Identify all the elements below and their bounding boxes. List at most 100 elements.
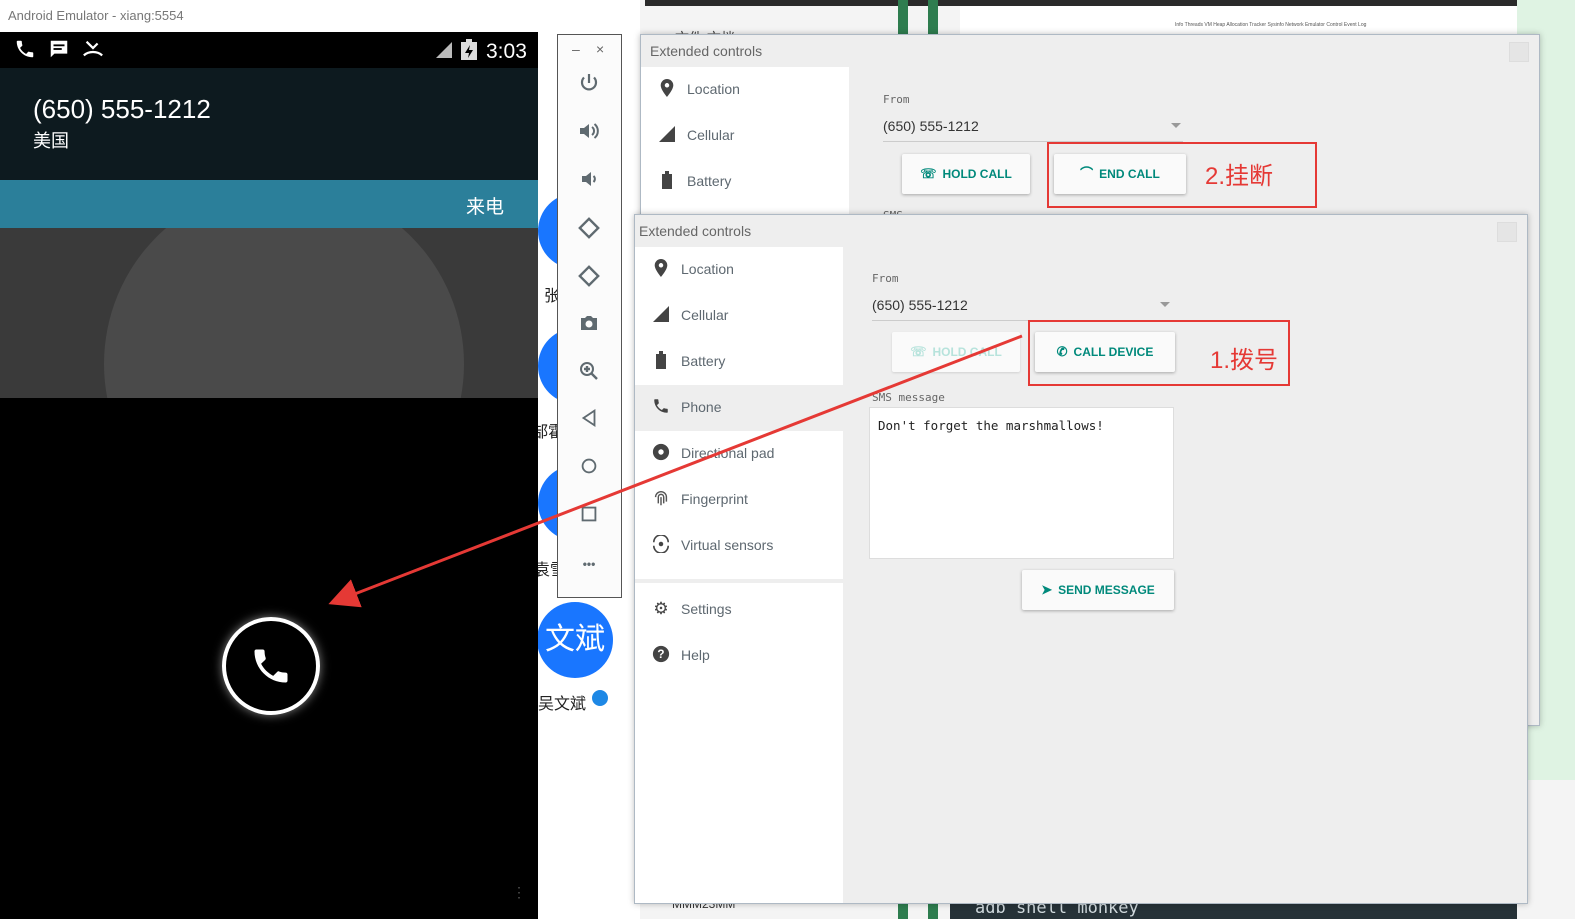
sidebar-item-fingerprint[interactable]: Fingerprint bbox=[635, 477, 843, 523]
send-message-button[interactable]: ➤ SEND MESSAGE bbox=[1022, 570, 1174, 610]
contact-name: 吴文斌 bbox=[538, 696, 587, 713]
sidebar-item-label: Battery bbox=[687, 173, 732, 189]
more-icon[interactable]: ••• bbox=[576, 551, 602, 577]
sidebar-item-label: Battery bbox=[681, 353, 726, 369]
send-icon: ➤ bbox=[1041, 582, 1053, 597]
window-title: Extended controls bbox=[650, 43, 763, 59]
annotation-label: 1.拨号 bbox=[1210, 347, 1279, 374]
svg-text:?: ? bbox=[657, 648, 664, 661]
sms-message-text: Don't forget the marshmallows! bbox=[878, 418, 1104, 433]
from-value[interactable]: (650) 555-1212 bbox=[883, 118, 979, 134]
caller-location: 美国 bbox=[33, 131, 69, 151]
caller-number: (650) 555-1212 bbox=[33, 94, 211, 124]
hold-call-label: HOLD CALL bbox=[932, 345, 1002, 359]
emulator-titlebar: Android Emulator - xiang:5554 bbox=[0, 0, 538, 33]
emulator-toolbar: – × ••• bbox=[557, 34, 622, 598]
hold-call-button[interactable]: ☏ HOLD CALL bbox=[902, 154, 1030, 194]
send-message-label: SEND MESSAGE bbox=[1058, 583, 1155, 597]
caller-photo-placeholder bbox=[104, 228, 464, 398]
from-label: From bbox=[872, 272, 899, 285]
sidebar-item-label: Phone bbox=[681, 399, 722, 415]
phone-pause-icon: ☏ bbox=[920, 166, 937, 181]
camera-icon[interactable] bbox=[576, 311, 602, 337]
sidebar-nav: Location Cellular Battery Phone Directio… bbox=[635, 247, 843, 903]
sidebar-item-label: Cellular bbox=[681, 307, 729, 323]
hold-call-button[interactable]: ☏ HOLD CALL bbox=[892, 332, 1020, 372]
close-button[interactable] bbox=[1497, 222, 1517, 242]
message-icon bbox=[48, 38, 70, 66]
sidebar-item-label: Virtual sensors bbox=[681, 537, 774, 553]
sidebar-divider bbox=[635, 579, 843, 583]
from-label: From bbox=[883, 93, 910, 106]
sidebar-item-battery[interactable]: Battery bbox=[635, 339, 843, 385]
from-value[interactable]: (650) 555-1212 bbox=[872, 297, 968, 313]
window-title: Extended controls bbox=[639, 223, 752, 239]
sms-message-input[interactable]: Don't forget the marshmallows! bbox=[869, 407, 1174, 559]
close-button[interactable] bbox=[1509, 42, 1529, 62]
volume-up-icon[interactable] bbox=[576, 119, 602, 145]
missed-call-icon bbox=[82, 38, 104, 66]
background-thumbnail-text: Info Threads VM Heap Allocation Tracker … bbox=[1175, 22, 1367, 28]
sidebar-item-help[interactable]: ? Help bbox=[635, 633, 843, 679]
sidebar-item-label: Location bbox=[687, 81, 740, 97]
emulator-window: Android Emulator - xiang:5554 3:03 (650)… bbox=[0, 0, 538, 919]
hold-call-label: HOLD CALL bbox=[942, 167, 1012, 181]
phone-pause-icon: ☏ bbox=[910, 344, 927, 359]
status-time: 3:03 bbox=[486, 40, 527, 63]
sidebar-item-directional-pad[interactable]: Directional pad bbox=[635, 431, 843, 477]
back-icon[interactable] bbox=[576, 407, 602, 433]
location-pin-icon bbox=[657, 79, 677, 99]
zoom-icon[interactable] bbox=[576, 359, 602, 385]
gear-icon: ⚙ bbox=[653, 599, 669, 618]
phone-icon bbox=[651, 397, 671, 417]
location-pin-icon bbox=[651, 259, 671, 279]
answer-call-button[interactable] bbox=[222, 617, 320, 715]
sidebar-item-location[interactable]: Location bbox=[635, 247, 843, 293]
sidebar-item-settings[interactable]: ⚙ Settings bbox=[635, 587, 843, 633]
battery-status-icon bbox=[460, 39, 478, 67]
dpad-icon bbox=[651, 443, 671, 463]
fingerprint-icon bbox=[651, 489, 671, 509]
sidebar-item-location[interactable]: Location bbox=[641, 67, 849, 113]
home-icon[interactable] bbox=[576, 455, 602, 481]
cellular-signal-icon bbox=[657, 125, 677, 145]
rotate-right-icon[interactable] bbox=[576, 263, 602, 289]
sms-label: SMS message bbox=[872, 391, 945, 404]
cellular-signal-icon bbox=[651, 305, 671, 325]
caller-info: (650) 555-1212 美国 bbox=[0, 68, 538, 180]
chevron-down-icon[interactable] bbox=[1160, 302, 1170, 307]
annotation-label: 2.挂断 bbox=[1205, 163, 1274, 190]
sidebar-item-cellular[interactable]: Cellular bbox=[635, 293, 843, 339]
minimize-button[interactable]: – bbox=[572, 41, 580, 57]
emulator-title: Android Emulator - xiang:5554 bbox=[8, 8, 184, 23]
sidebar-item-virtual-sensors[interactable]: Virtual sensors bbox=[635, 523, 843, 569]
signal-icon bbox=[434, 40, 454, 66]
verified-badge-icon bbox=[590, 688, 610, 708]
phone-icon bbox=[254, 649, 288, 683]
caller-photo-area bbox=[0, 228, 538, 398]
chevron-down-icon[interactable] bbox=[1171, 123, 1181, 128]
annotation-box bbox=[1047, 142, 1317, 208]
sidebar-item-cellular[interactable]: Cellular bbox=[641, 113, 849, 159]
battery-icon bbox=[657, 171, 677, 191]
rotate-left-icon[interactable] bbox=[576, 215, 602, 241]
overview-icon[interactable] bbox=[576, 503, 602, 529]
help-icon: ? bbox=[651, 645, 671, 665]
extended-controls-window: Extended controls Location Cellular Batt… bbox=[634, 214, 1528, 904]
sidebar-item-label: Directional pad bbox=[681, 445, 775, 461]
sidebar-item-label: Settings bbox=[681, 601, 732, 617]
power-icon[interactable] bbox=[576, 71, 602, 97]
sidebar-item-phone[interactable]: Phone bbox=[635, 385, 843, 431]
sidebar-item-label: Cellular bbox=[687, 127, 735, 143]
volume-down-icon[interactable] bbox=[576, 167, 602, 193]
sidebar-item-battery[interactable]: Battery bbox=[641, 159, 849, 205]
incoming-call-bar: 来电 bbox=[0, 180, 538, 228]
virtual-sensors-icon bbox=[651, 534, 671, 555]
close-button[interactable]: × bbox=[596, 41, 604, 57]
incoming-call-label: 来电 bbox=[465, 197, 504, 218]
sidebar-item-label: Fingerprint bbox=[681, 491, 748, 507]
contact-avatar[interactable]: 文斌 bbox=[537, 602, 613, 678]
sidebar-item-label: Location bbox=[681, 261, 734, 277]
overflow-menu-icon[interactable]: ⋮ bbox=[512, 885, 526, 899]
status-bar: 3:03 bbox=[0, 32, 538, 68]
